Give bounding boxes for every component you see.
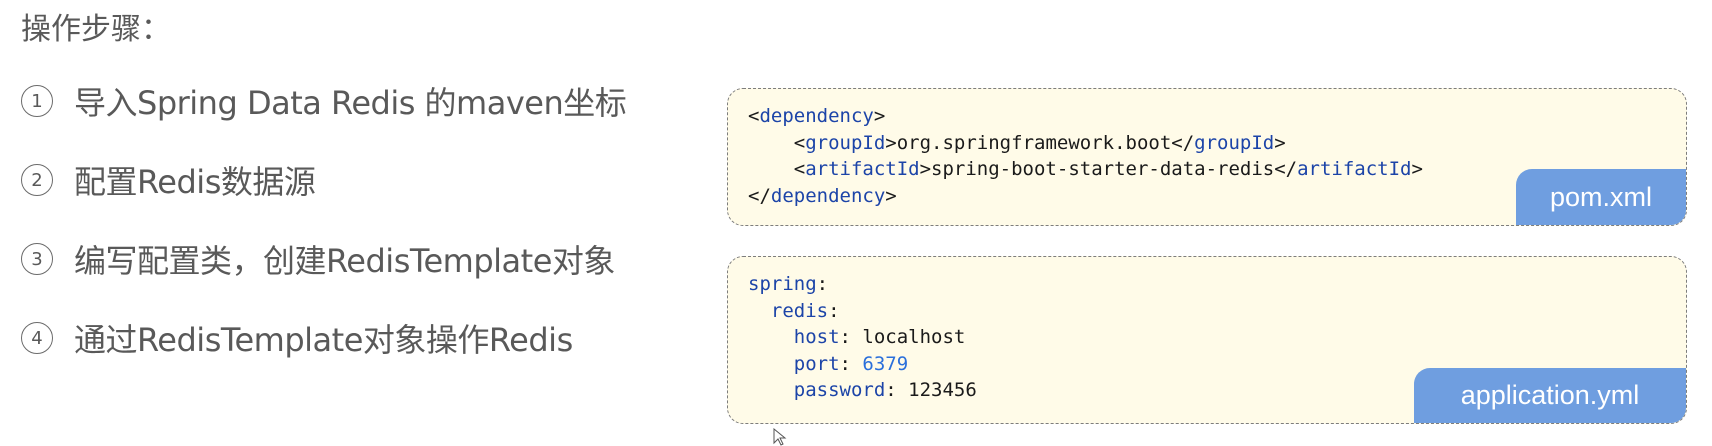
- step-text: 导入Spring Data Redis 的maven坐标: [74, 84, 627, 122]
- yaml-key: spring: [748, 273, 817, 295]
- xml-tag: dependency: [770, 184, 886, 207]
- step-item: 3 编写配置类，创建RedisTemplate对象: [21, 236, 626, 282]
- yaml-key: redis: [770, 299, 829, 322]
- xml-tag: groupId: [1194, 131, 1275, 154]
- step-number-badge: 4: [21, 322, 53, 354]
- page-heading: 操作步骤：: [21, 12, 171, 47]
- yaml-key: host: [793, 326, 840, 348]
- step-item: 1 导入Spring Data Redis 的maven坐标: [21, 78, 627, 124]
- step-number-badge: 2: [21, 164, 53, 196]
- step-item: 4 通过RedisTemplate对象操作Redis: [21, 315, 626, 361]
- yml-file-label: application.yml: [1414, 368, 1686, 423]
- xml-value: org.springframework.boot: [896, 131, 1172, 154]
- yml-code-block: spring: redis: host: localhost port: 637…: [727, 256, 1687, 424]
- step-number-badge: 1: [21, 85, 53, 117]
- step-text: 编写配置类，创建RedisTemplate对象: [74, 242, 615, 280]
- xml-value: spring-boot-starter-data-redis: [931, 158, 1275, 180]
- step-number-badge: 3: [21, 243, 53, 275]
- yaml-key: port: [793, 352, 840, 375]
- steps-list: 1 导入Spring Data Redis 的maven坐标 2 配置Redis…: [21, 78, 627, 394]
- mouse-cursor-icon: [773, 428, 787, 446]
- pom-code-block: <dependency> <groupId>org.springframewor…: [727, 88, 1687, 226]
- yaml-value: localhost: [862, 326, 966, 348]
- step-text: 通过RedisTemplate对象操作Redis: [74, 321, 573, 359]
- yaml-key: password: [793, 379, 886, 401]
- step-item: 2 配置Redis数据源: [21, 157, 626, 203]
- xml-tag: artifactId: [805, 158, 920, 180]
- yaml-value: 123456: [908, 379, 977, 401]
- yaml-value: 6379: [862, 352, 909, 375]
- step-text: 配置Redis数据源: [74, 163, 316, 201]
- pom-file-label: pom.xml: [1516, 169, 1686, 225]
- xml-tag: groupId: [805, 131, 886, 154]
- xml-tag: artifactId: [1297, 158, 1412, 180]
- xml-tag: dependency: [759, 105, 874, 127]
